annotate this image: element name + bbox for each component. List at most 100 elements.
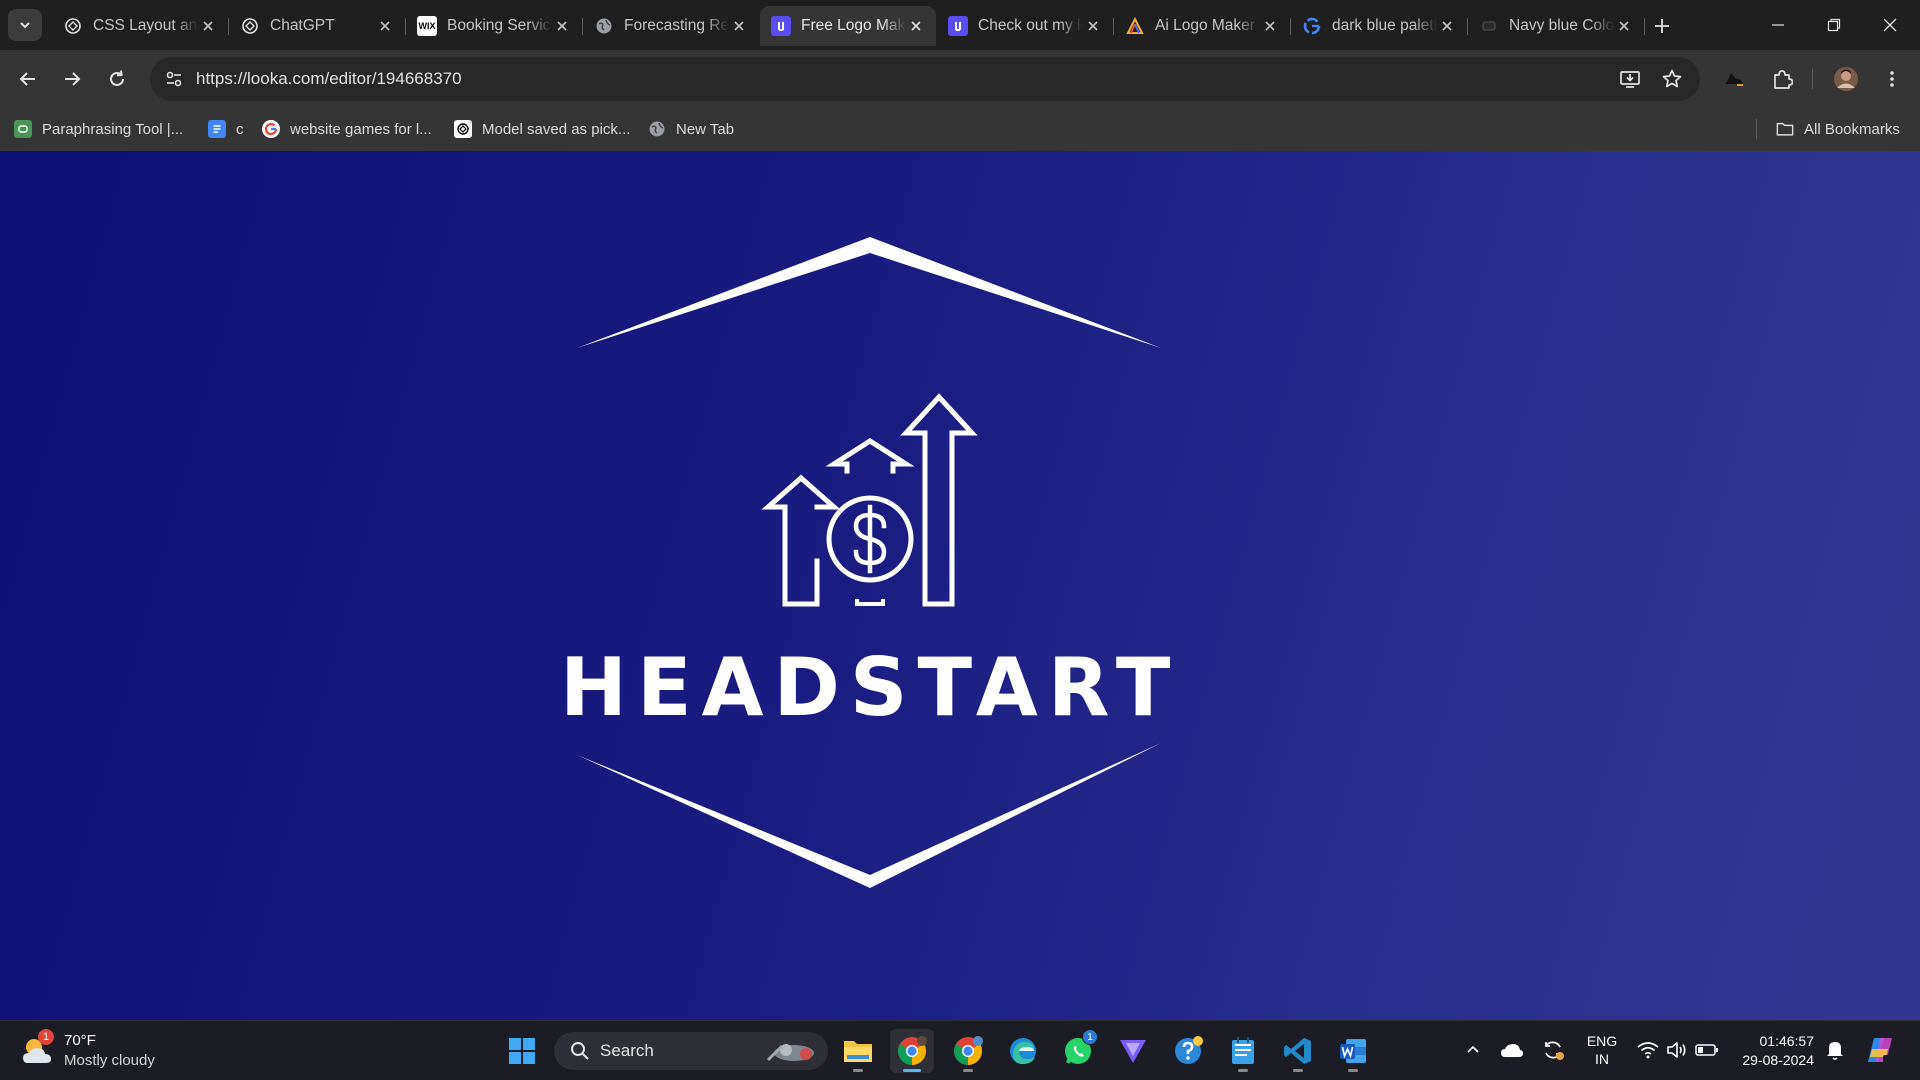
site-info-button[interactable] xyxy=(158,63,190,95)
tab-check-out-logo[interactable]: Check out my logo xyxy=(937,6,1114,46)
taskbar-search[interactable]: Search xyxy=(554,1032,828,1070)
tab-title: Booking Services xyxy=(447,17,552,34)
new-tab-button[interactable] xyxy=(1648,12,1676,40)
show-hidden-icons-button[interactable] xyxy=(1458,1035,1488,1065)
tab-chatgpt[interactable]: ChatGPT xyxy=(229,6,406,46)
taskbar-whatsapp[interactable]: 1 xyxy=(1056,1029,1100,1073)
tab-search-button[interactable] xyxy=(8,9,42,41)
arrow-right-icon xyxy=(65,72,81,86)
minimize-button[interactable] xyxy=(1750,0,1806,50)
tab-css-layout[interactable]: CSS Layout and Styling xyxy=(52,6,229,46)
language-indicator[interactable]: ENG IN xyxy=(1584,1032,1620,1068)
docs-icon xyxy=(208,120,226,138)
bookmark-new-tab[interactable]: New Tab xyxy=(648,115,734,143)
close-icon[interactable] xyxy=(1437,16,1457,36)
tab-navy-blue-color[interactable]: Navy blue Color xyxy=(1468,6,1645,46)
restore-button[interactable] xyxy=(1806,0,1862,50)
volume-tray[interactable] xyxy=(1662,1035,1692,1065)
tab-forecasting[interactable]: Forecasting Results xyxy=(583,6,759,46)
vpn-icon xyxy=(1120,1040,1146,1063)
tab-dark-blue-palette[interactable]: dark blue palette xyxy=(1291,6,1468,46)
install-icon xyxy=(1620,71,1640,88)
tab-title: dark blue palette xyxy=(1332,17,1437,34)
close-icon[interactable] xyxy=(375,16,395,36)
puzzle-icon xyxy=(1774,70,1793,89)
all-bookmarks-button[interactable]: All Bookmarks xyxy=(1776,115,1900,143)
chevron-up-icon xyxy=(1467,1045,1479,1053)
profile-avatar[interactable] xyxy=(1830,63,1862,95)
forward-button[interactable] xyxy=(54,61,90,97)
chatgpt-icon xyxy=(240,16,260,36)
reload-button[interactable] xyxy=(99,61,135,97)
bookmark-star-button[interactable] xyxy=(1660,67,1684,91)
bookmark-c[interactable]: c xyxy=(208,115,244,143)
hexagon-top-chevron xyxy=(577,237,1161,348)
sync-tray[interactable] xyxy=(1538,1035,1568,1065)
back-button[interactable] xyxy=(10,61,46,97)
close-icon[interactable] xyxy=(1083,16,1103,36)
extension-button[interactable] xyxy=(1718,63,1750,95)
battery-icon xyxy=(1695,1044,1718,1056)
tab-free-logo-maker[interactable]: Free Logo Maker xyxy=(760,6,936,46)
address-bar[interactable]: https://looka.com/editor/194668370 xyxy=(150,57,1700,101)
close-icon[interactable] xyxy=(906,16,926,36)
close-icon[interactable] xyxy=(729,16,749,36)
site-icon xyxy=(1479,16,1499,36)
close-icon[interactable] xyxy=(1260,16,1280,36)
battery-tray[interactable] xyxy=(1692,1035,1722,1065)
brand-name[interactable]: HEADSTART xyxy=(560,641,1180,734)
tab-ai-logo-maker[interactable]: Ai Logo Maker xyxy=(1114,6,1291,46)
logo-canvas[interactable]: HEADSTART xyxy=(0,151,1920,1020)
taskbar-chrome[interactable] xyxy=(890,1029,934,1073)
google-icon xyxy=(262,120,280,138)
sync-icon xyxy=(1545,1041,1564,1060)
bookmark-label: New Tab xyxy=(676,120,735,138)
bookmark-paraphrasing-tool[interactable]: Paraphrasing Tool |... xyxy=(14,115,183,143)
close-icon[interactable] xyxy=(1614,16,1634,36)
clock-time: 01:46:57 xyxy=(1759,1033,1815,1049)
weather-condition: Mostly cloudy xyxy=(64,1052,155,1069)
cloud-icon xyxy=(1501,1044,1523,1057)
weather-widget[interactable]: 1 70°F Mostly cloudy xyxy=(20,1029,170,1073)
close-icon[interactable] xyxy=(198,16,218,36)
close-icon[interactable] xyxy=(552,16,572,36)
region-code: IN xyxy=(1595,1051,1609,1067)
taskbar-notepad[interactable] xyxy=(1221,1029,1265,1073)
start-button[interactable] xyxy=(500,1029,544,1073)
tab-booking-services[interactable]: WIX Booking Services xyxy=(406,6,583,46)
taskbar-chrome-profile[interactable] xyxy=(946,1029,990,1073)
notifications-button[interactable] xyxy=(1820,1035,1850,1065)
taskbar-vscode[interactable] xyxy=(1276,1029,1320,1073)
search-highlight-icon xyxy=(766,1044,814,1062)
taskbar-word[interactable] xyxy=(1331,1029,1375,1073)
tab-title: Free Logo Maker xyxy=(801,17,906,34)
plus-icon xyxy=(1655,19,1669,33)
bookmark-label: Paraphrasing Tool |... xyxy=(42,120,184,138)
avatar xyxy=(1834,67,1858,91)
folder-icon xyxy=(844,1041,872,1062)
copilot-button[interactable] xyxy=(1862,1035,1898,1065)
search-label: Search xyxy=(600,1041,654,1060)
url-text[interactable]: https://looka.com/editor/194668370 xyxy=(196,69,462,89)
taskbar-get-help[interactable] xyxy=(1166,1029,1210,1073)
install-app-button[interactable] xyxy=(1618,67,1642,91)
extensions-menu-button[interactable] xyxy=(1766,63,1798,95)
globe-icon xyxy=(648,120,666,138)
taskbar-vpn[interactable] xyxy=(1111,1029,1155,1073)
close-window-button[interactable] xyxy=(1862,0,1918,50)
chatgpt-icon xyxy=(63,16,83,36)
bookmark-website-games[interactable]: website games for l... xyxy=(262,115,432,143)
taskbar-clock[interactable]: 01:46:57 29-08-2024 xyxy=(1730,1032,1814,1070)
wifi-tray[interactable] xyxy=(1633,1035,1663,1065)
tab-title: Forecasting Results xyxy=(624,17,729,34)
onedrive-tray[interactable] xyxy=(1497,1035,1527,1065)
tab-title: ChatGPT xyxy=(270,17,335,34)
whatsapp-badge: 1 xyxy=(1082,1029,1098,1045)
browser-menu-button[interactable] xyxy=(1876,63,1908,95)
speaker-icon xyxy=(1667,1042,1686,1058)
chatgpt-icon xyxy=(454,120,472,138)
bookmark-model-saved[interactable]: Model saved as pick... xyxy=(454,115,630,143)
word-icon xyxy=(1340,1039,1366,1063)
taskbar-edge[interactable] xyxy=(1001,1029,1045,1073)
taskbar-file-explorer[interactable] xyxy=(836,1029,880,1073)
